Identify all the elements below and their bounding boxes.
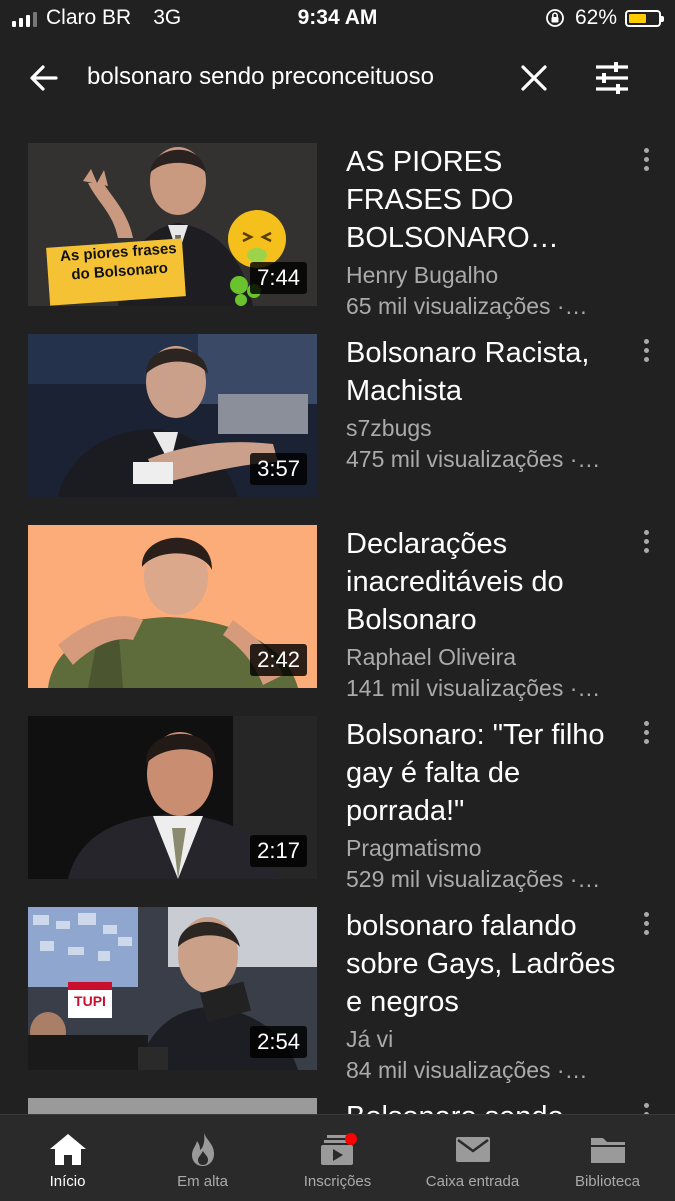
sliders-icon[interactable] — [590, 56, 634, 100]
arrow-left-icon[interactable] — [22, 56, 66, 100]
view-count: 475 mil visualizações ·… — [346, 446, 601, 472]
channel-name: s7zbugs — [346, 415, 432, 441]
video-item[interactable]: 2:42 Declarações inacreditáveis do Bolso… — [0, 498, 675, 701]
thumbnail-caption: TUPI — [74, 993, 106, 1009]
folder-icon — [590, 1138, 625, 1163]
video-thumbnail[interactable]: 2:42 — [28, 525, 317, 688]
flame-icon — [191, 1133, 214, 1166]
more-vert-icon[interactable] — [640, 339, 652, 365]
video-item[interactable]: 2:17 Bolsonaro: "Ter filho gay é falta d… — [0, 689, 675, 892]
video-title[interactable]: AS PIORES FRASES DO BOLSONARO… — [346, 143, 626, 257]
status-right: 62% — [545, 6, 664, 30]
search-header: bolsonaro sendo preconceituoso — [0, 38, 675, 116]
video-thumbnail[interactable]: 3:57 — [28, 334, 317, 497]
thumbnail-image — [28, 1098, 317, 1114]
nav-library[interactable]: Biblioteca — [540, 1115, 675, 1201]
video-item[interactable]: As piores frases do Bolsonaro 7:44 AS PI… — [0, 116, 675, 319]
close-icon[interactable] — [512, 56, 556, 100]
video-title[interactable]: bolsonaro falando sobre Gays, Ladrões e … — [346, 907, 626, 1021]
status-bar: Claro BR 3G 9:34 AM 62% — [0, 0, 675, 38]
home-icon — [49, 1134, 86, 1165]
video-duration: 2:17 — [250, 835, 307, 867]
video-item[interactable]: 3:57 Bolsonaro Racista, Machista s7zbugs… — [0, 307, 675, 497]
nav-label: Biblioteca — [574, 1173, 641, 1190]
video-item[interactable]: TUPI 2:54 bolsonaro falando sobre Gays, … — [0, 880, 675, 1083]
channel-name: Já vi — [346, 1026, 394, 1052]
subscriptions-icon — [320, 1133, 357, 1165]
video-duration: 2:54 — [250, 1026, 307, 1058]
nav-label: Inscrições — [303, 1173, 372, 1190]
rotation-lock-icon — [546, 9, 564, 27]
channel-name: Raphael Oliveira — [346, 644, 517, 670]
battery-fill — [629, 13, 647, 23]
video-thumbnail[interactable]: 2:17 — [28, 716, 317, 879]
results-list: As piores frases do Bolsonaro 7:44 AS PI… — [0, 116, 675, 1114]
nav-home[interactable]: Início — [0, 1115, 135, 1201]
battery-percent: 62% — [574, 6, 617, 29]
video-duration: 2:42 — [250, 644, 307, 676]
video-title[interactable]: Declarações inacreditáveis do Bolsonaro — [346, 525, 626, 639]
bottom-navigation: Início Em alta Inscrições Caixa entrada … — [0, 1114, 675, 1201]
video-thumbnail[interactable]: TUPI 2:54 — [28, 907, 317, 1070]
video-duration: 7:44 — [250, 262, 307, 294]
more-vert-icon[interactable] — [640, 1103, 652, 1114]
nav-trending[interactable]: Em alta — [135, 1115, 270, 1201]
video-title[interactable]: Bolsonaro: "Ter filho gay é falta de por… — [346, 716, 626, 830]
channel-name: Henry Bugalho — [346, 262, 499, 288]
video-duration: 3:57 — [250, 453, 307, 485]
nav-subscriptions[interactable]: Inscrições — [270, 1115, 405, 1201]
nav-label: Início — [49, 1173, 86, 1190]
nav-inbox[interactable]: Caixa entrada — [405, 1115, 540, 1201]
mail-icon — [455, 1137, 490, 1162]
more-vert-icon[interactable] — [640, 721, 652, 747]
video-item[interactable]: Bolsonaro sendo — [0, 1071, 675, 1114]
nav-label: Caixa entrada — [425, 1173, 520, 1190]
video-thumbnail[interactable]: As piores frases do Bolsonaro 7:44 — [28, 143, 317, 306]
nav-label: Em alta — [177, 1173, 228, 1190]
battery-icon — [625, 9, 664, 27]
search-input[interactable]: bolsonaro sendo preconceituoso — [87, 63, 434, 91]
more-vert-icon[interactable] — [640, 148, 652, 174]
video-thumbnail[interactable] — [28, 1098, 317, 1114]
video-title[interactable]: Bolsonaro sendo — [346, 1098, 626, 1114]
more-vert-icon[interactable] — [640, 912, 652, 938]
channel-name: Pragmatismo — [346, 835, 482, 861]
more-vert-icon[interactable] — [640, 530, 652, 556]
video-title[interactable]: Bolsonaro Racista, Machista — [346, 334, 626, 410]
